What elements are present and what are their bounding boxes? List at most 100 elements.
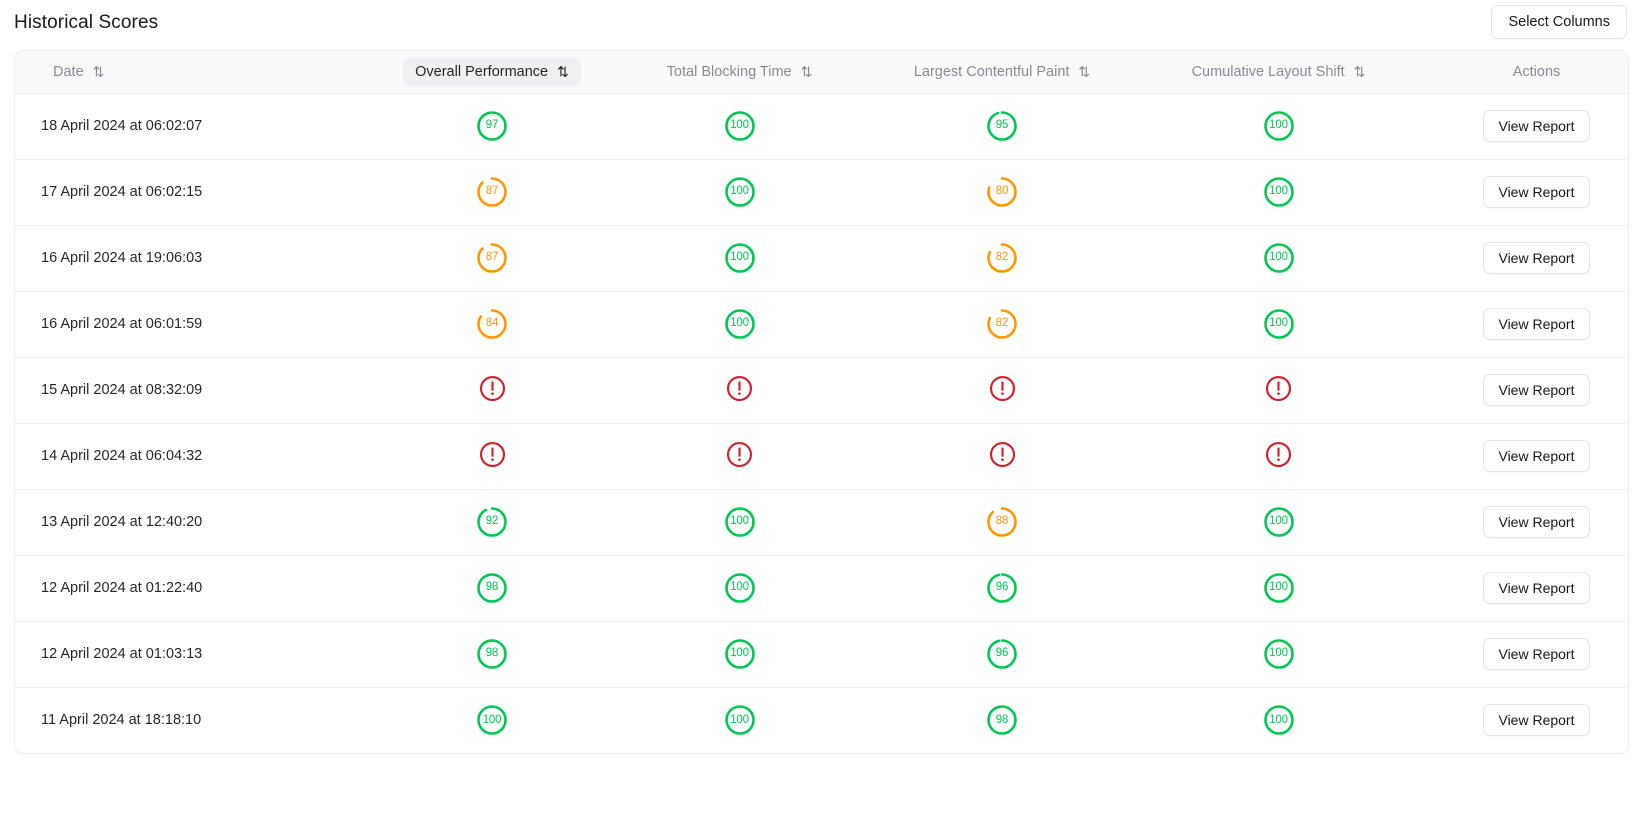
view-report-button[interactable]: View Report <box>1483 176 1590 208</box>
score-error-icon-tbt <box>726 375 753 406</box>
view-report-button[interactable]: View Report <box>1483 638 1590 670</box>
column-header-date[interactable]: Date ⇅ <box>15 51 367 94</box>
score-gauge-tbt: 100 <box>723 175 757 209</box>
score-value: 87 <box>485 251 499 264</box>
cell-tbt: 100 <box>617 291 862 357</box>
score-gauge-cls: 100 <box>1262 109 1296 143</box>
column-header-tbt-label: Total Blocking Time <box>666 63 792 80</box>
score-value: 100 <box>730 581 749 594</box>
column-header-cls[interactable]: Cumulative Layout Shift ⇅ <box>1142 51 1415 94</box>
score-value: 100 <box>482 713 502 726</box>
score-error-icon-overall <box>479 375 506 406</box>
page-title: Historical Scores <box>14 11 159 33</box>
cell-cls: 100 <box>1142 621 1415 687</box>
cell-lcp: 82 <box>862 291 1142 357</box>
cell-date: 15 April 2024 at 08:32:09 <box>41 382 203 398</box>
cell-overall: 97 <box>367 93 617 159</box>
score-gauge-overall: 98 <box>475 571 509 605</box>
view-report-button[interactable]: View Report <box>1483 308 1590 340</box>
table-row: 18 April 2024 at 06:02:07 97 100 95 100 View … <box>15 93 1628 159</box>
column-header-overall-inner[interactable]: Overall Performance ⇅ <box>403 57 581 86</box>
cell-tbt <box>617 423 862 489</box>
score-gauge-overall: 100 <box>475 703 509 737</box>
select-columns-button[interactable]: Select Columns <box>1491 5 1627 39</box>
cell-tbt: 100 <box>617 555 862 621</box>
score-error-icon-cls <box>1265 375 1292 406</box>
sort-toggle-icon[interactable]: ⇅ <box>801 64 813 78</box>
view-report-button[interactable]: View Report <box>1483 704 1590 737</box>
column-header-actions-inner: Actions <box>1501 58 1573 86</box>
table-body: 18 April 2024 at 06:02:07 97 100 95 100 View … <box>15 93 1628 753</box>
table-row: 15 April 2024 at 08:32:09 View Report <box>15 357 1628 423</box>
score-value: 84 <box>485 317 499 330</box>
cell-cls: 100 <box>1142 159 1415 225</box>
score-value: 100 <box>730 647 749 660</box>
column-header-date-label: Date <box>53 63 84 80</box>
column-header-lcp[interactable]: Largest Contentful Paint ⇅ <box>862 51 1142 94</box>
cell-overall: 98 <box>367 621 617 687</box>
score-value: 100 <box>1269 713 1288 726</box>
cell-actions: View Report <box>1415 93 1628 159</box>
column-header-tbt-inner[interactable]: Total Blocking Time ⇅ <box>655 58 825 86</box>
score-error-icon-cls <box>1265 441 1292 472</box>
score-value: 80 <box>995 185 1009 198</box>
cell-lcp: 96 <box>862 555 1142 621</box>
sort-toggle-icon[interactable]: ⇅ <box>93 64 105 78</box>
score-value: 100 <box>730 119 749 132</box>
view-report-button[interactable]: View Report <box>1483 242 1590 274</box>
cell-lcp: 98 <box>862 687 1142 753</box>
column-header-lcp-inner[interactable]: Largest Contentful Paint ⇅ <box>902 58 1102 86</box>
cell-date: 12 April 2024 at 01:22:40 <box>41 580 203 596</box>
sort-toggle-icon[interactable]: ⇅ <box>1354 64 1366 78</box>
cell-tbt <box>617 357 862 423</box>
table-row: 14 April 2024 at 06:04:32 View Report <box>15 423 1628 489</box>
score-value: 100 <box>730 185 749 198</box>
view-report-button[interactable]: View Report <box>1483 374 1590 406</box>
score-gauge-lcp: 96 <box>985 637 1019 671</box>
score-value: 100 <box>1269 515 1288 528</box>
cell-lcp <box>862 357 1142 423</box>
cell-lcp <box>862 423 1142 489</box>
cell-date: 12 April 2024 at 01:03:13 <box>41 646 203 662</box>
column-header-actions-label: Actions <box>1512 63 1561 80</box>
view-report-button[interactable]: View Report <box>1483 110 1590 142</box>
cell-cls: 100 <box>1142 225 1415 291</box>
score-value: 100 <box>730 251 749 264</box>
historical-scores-table: Date ⇅ Overall Performance ⇅ Total Blocking … <box>15 51 1628 753</box>
view-report-button[interactable]: View Report <box>1483 572 1590 604</box>
score-value: 100 <box>730 317 749 330</box>
cell-date: 14 April 2024 at 06:04:32 <box>41 448 203 464</box>
score-gauge-overall: 87 <box>475 175 509 209</box>
score-value: 95 <box>995 119 1009 132</box>
view-report-button[interactable]: View Report <box>1483 440 1590 472</box>
score-gauge-cls: 100 <box>1262 505 1296 539</box>
column-header-date-inner[interactable]: Date ⇅ <box>41 58 116 86</box>
score-error-icon-overall <box>479 441 506 472</box>
sort-toggle-icon[interactable]: ⇅ <box>557 64 569 78</box>
score-gauge-tbt: 100 <box>723 571 757 605</box>
column-header-tbt[interactable]: Total Blocking Time ⇅ <box>617 51 862 94</box>
score-gauge-tbt: 100 <box>723 505 757 539</box>
table-row: 17 April 2024 at 06:02:15 87 100 80 100 View … <box>15 159 1628 225</box>
score-gauge-cls: 100 <box>1262 637 1296 671</box>
view-report-button[interactable]: View Report <box>1483 506 1590 538</box>
cell-cls: 100 <box>1142 93 1415 159</box>
score-value: 100 <box>730 713 749 726</box>
cell-actions: View Report <box>1415 489 1628 555</box>
score-gauge-lcp: 80 <box>985 175 1019 209</box>
column-header-overall[interactable]: Overall Performance ⇅ <box>367 51 617 94</box>
score-value: 92 <box>485 515 499 528</box>
cell-cls: 100 <box>1142 687 1415 753</box>
cell-overall: 98 <box>367 555 617 621</box>
column-header-cls-inner[interactable]: Cumulative Layout Shift ⇅ <box>1180 58 1378 86</box>
cell-date: 16 April 2024 at 19:06:03 <box>41 250 203 266</box>
score-gauge-overall: 92 <box>475 505 509 539</box>
score-gauge-cls: 100 <box>1262 571 1296 605</box>
historical-scores-table-container: Date ⇅ Overall Performance ⇅ Total Blocking … <box>14 50 1629 754</box>
score-gauge-lcp: 82 <box>985 307 1019 341</box>
column-header-actions: Actions <box>1415 51 1628 94</box>
score-gauge-tbt: 100 <box>723 109 757 143</box>
score-value: 96 <box>995 581 1009 594</box>
table-row: 12 April 2024 at 01:03:13 98 100 96 100 View … <box>15 621 1628 687</box>
sort-toggle-icon[interactable]: ⇅ <box>1078 64 1090 78</box>
